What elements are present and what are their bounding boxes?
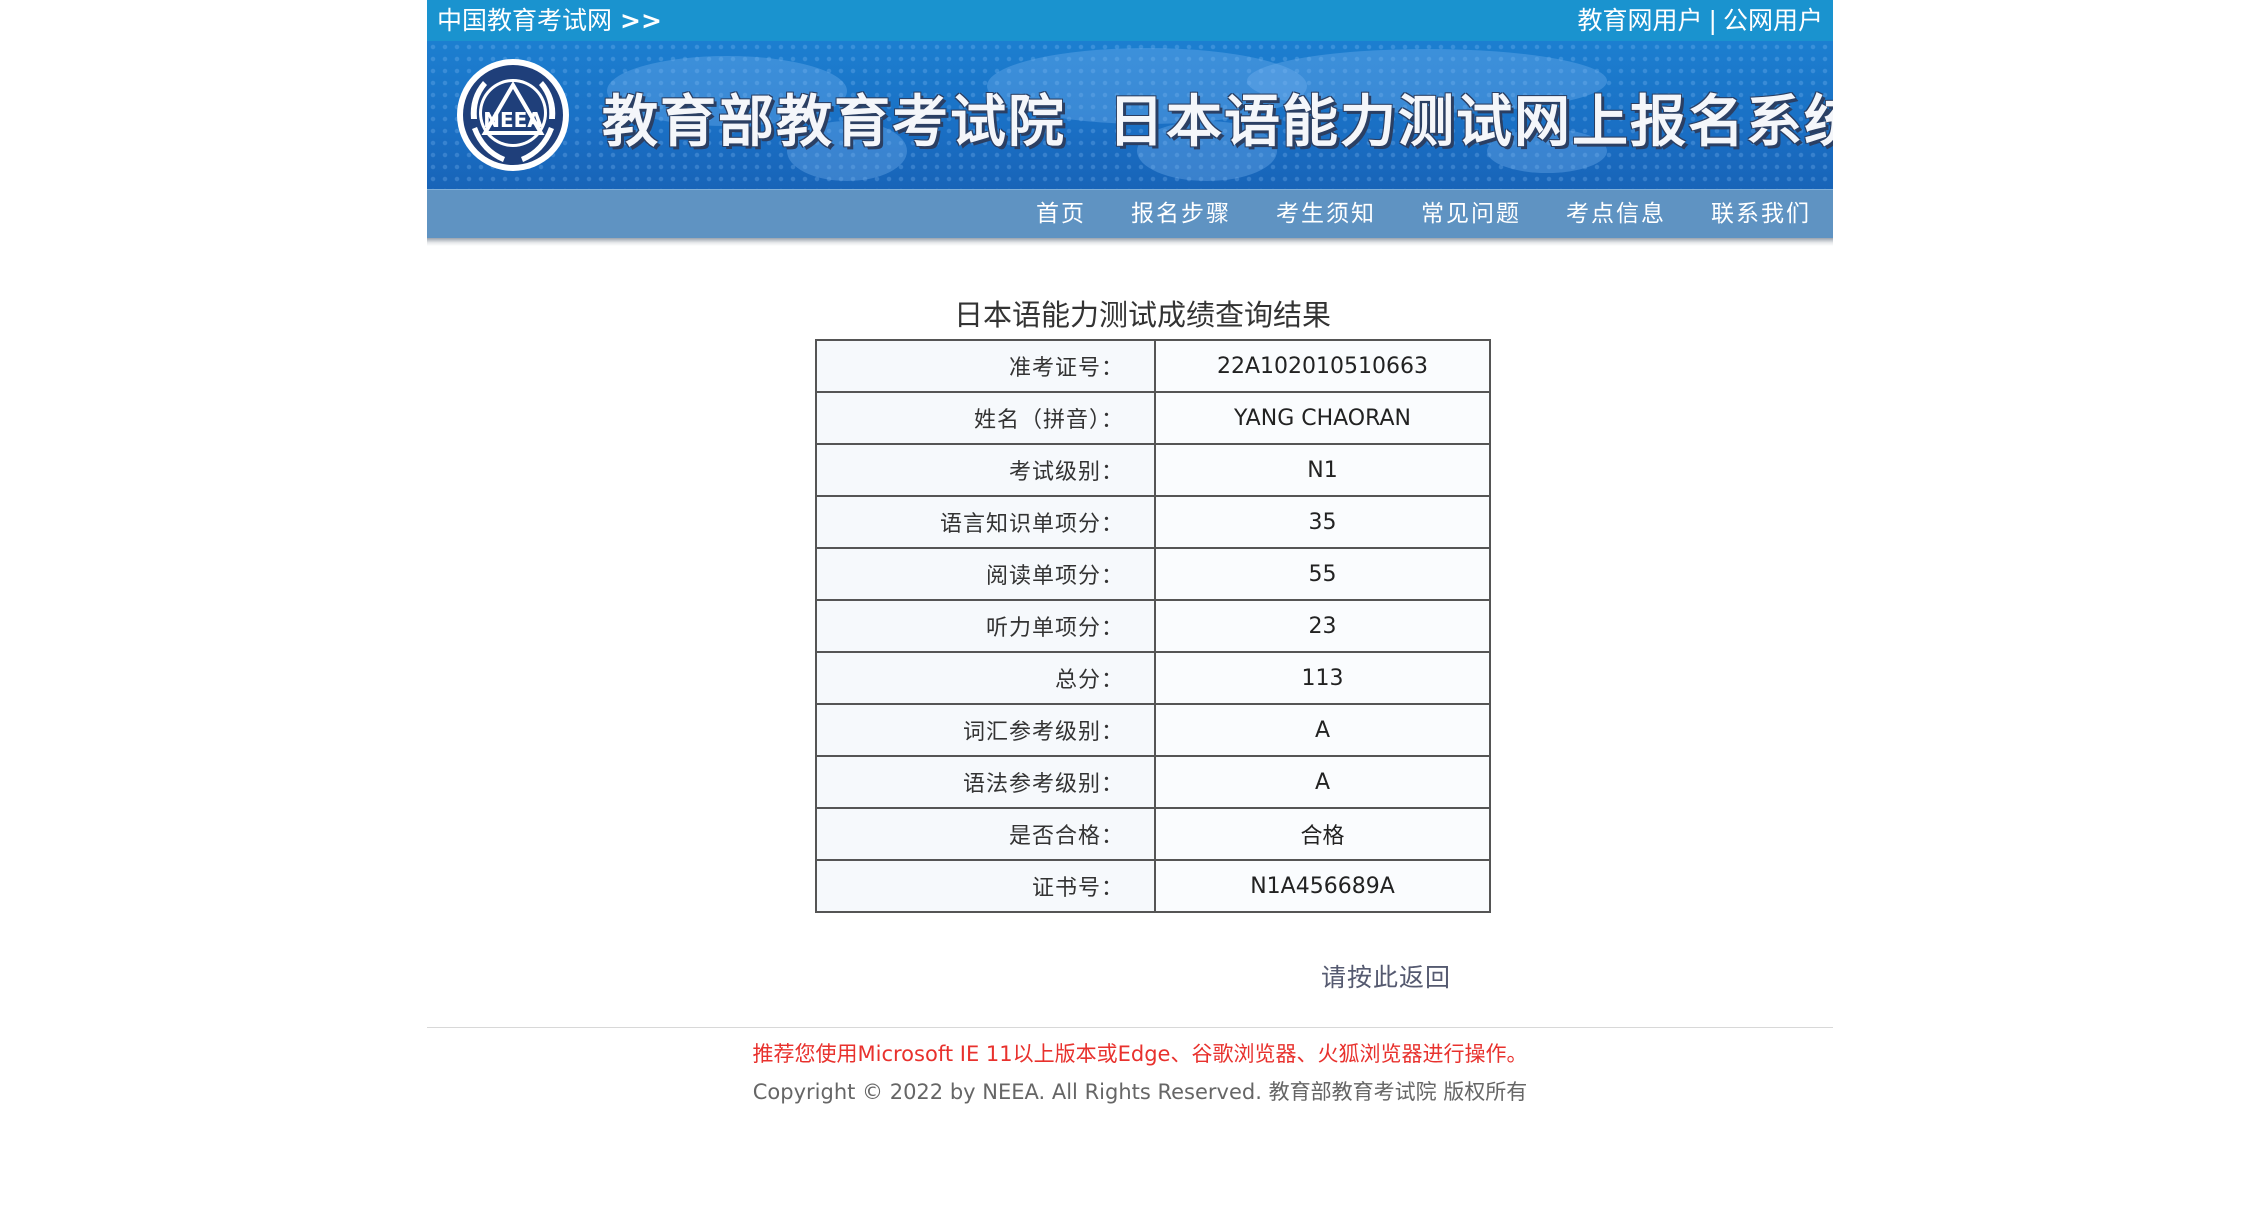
row-label: 证书号： [815, 859, 1156, 913]
row-value: 23 [1154, 599, 1491, 653]
double-arrow-icon: >> [620, 6, 662, 35]
row-label: 语言知识单项分： [815, 495, 1156, 549]
neea-logo: NEEA [457, 59, 569, 171]
main-nav: 首页 报名步骤 考生须知 常见问题 考点信息 联系我们 [427, 189, 1833, 238]
table-row: 语法参考级别： A [815, 755, 1491, 809]
table-row: 词汇参考级别： A [815, 703, 1491, 757]
nav-item-faq[interactable]: 常见问题 [1421, 190, 1521, 238]
site-link-label: 中国教育考试网 [437, 6, 613, 35]
table-row: 阅读单项分： 55 [815, 547, 1491, 601]
row-label: 词汇参考级别： [815, 703, 1156, 757]
row-value: N1A456689A [1154, 859, 1491, 913]
top-bar: 中国教育考试网 >> 教育网用户 | 公网用户 [427, 0, 1833, 41]
table-row: 考试级别： N1 [815, 443, 1491, 497]
logo-text: NEEA [483, 108, 543, 132]
browser-recommendation: 推荐您使用Microsoft IE 11以上版本或Edge、谷歌浏览器、火狐浏览… [752, 1042, 1528, 1066]
row-value: 合格 [1154, 807, 1491, 861]
copyright: Copyright © 2022 by NEEA. All Rights Res… [752, 1080, 1528, 1104]
row-value: 35 [1154, 495, 1491, 549]
row-label: 是否合格： [815, 807, 1156, 861]
table-row: 证书号： N1A456689A [815, 859, 1491, 913]
nav-shadow [427, 238, 1833, 246]
page-title: 日本语能力测试成绩查询结果 [953, 298, 1331, 332]
nav-item-candidate-notice[interactable]: 考生须知 [1276, 190, 1376, 238]
header: 中国教育考试网 >> 教育网用户 | 公网用户 NEEA 教育部教育考试院 日本… [427, 0, 1833, 246]
row-value: 55 [1154, 547, 1491, 601]
table-row: 语言知识单项分： 35 [815, 495, 1491, 549]
row-value: A [1154, 703, 1491, 757]
row-value: YANG CHAORAN [1154, 391, 1491, 445]
row-value: N1 [1154, 443, 1491, 497]
banner-title: 教育部教育考试院 日本语能力测试网上报名系统 [602, 77, 1833, 158]
edu-user-link[interactable]: 教育网用户 [1578, 6, 1703, 35]
table-row: 姓名（拼音）： YANG CHAORAN [815, 391, 1491, 445]
link-separator: | [1708, 6, 1717, 35]
row-label: 准考证号： [815, 339, 1156, 393]
row-value: A [1154, 755, 1491, 809]
row-label: 听力单项分： [815, 599, 1156, 653]
page: 中国教育考试网 >> 教育网用户 | 公网用户 NEEA 教育部教育考试院 日本… [0, 0, 2255, 1217]
row-label: 语法参考级别： [815, 755, 1156, 809]
table-row: 总分： 113 [815, 651, 1491, 705]
table-row: 听力单项分： 23 [815, 599, 1491, 653]
table-row: 准考证号： 22A102010510663 [815, 339, 1491, 393]
nav-item-registration-steps[interactable]: 报名步骤 [1131, 190, 1231, 238]
org-name: 教育部教育考试院 [602, 90, 1066, 155]
banner: NEEA 教育部教育考试院 日本语能力测试网上报名系统 [427, 41, 1833, 189]
table-row: 是否合格： 合格 [815, 807, 1491, 861]
score-table: 准考证号： 22A102010510663 姓名（拼音）： YANG CHAOR… [815, 339, 1491, 913]
back-link[interactable]: 请按此返回 [1321, 958, 1451, 994]
nav-item-contact[interactable]: 联系我们 [1711, 190, 1811, 238]
row-value: 22A102010510663 [1154, 339, 1491, 393]
site-home-link[interactable]: 中国教育考试网 >> [437, 0, 662, 41]
row-label: 阅读单项分： [815, 547, 1156, 601]
footer-divider [427, 1027, 1833, 1028]
public-user-link[interactable]: 公网用户 [1723, 6, 1823, 35]
nav-item-home[interactable]: 首页 [1036, 190, 1086, 238]
row-label: 总分： [815, 651, 1156, 705]
user-type-links: 教育网用户 | 公网用户 [1578, 0, 1823, 41]
system-name: 日本语能力测试网上报名系统 [1108, 90, 1833, 155]
row-value: 113 [1154, 651, 1491, 705]
row-label: 姓名（拼音）： [815, 391, 1156, 445]
nav-item-test-sites[interactable]: 考点信息 [1566, 190, 1666, 238]
row-label: 考试级别： [815, 443, 1156, 497]
